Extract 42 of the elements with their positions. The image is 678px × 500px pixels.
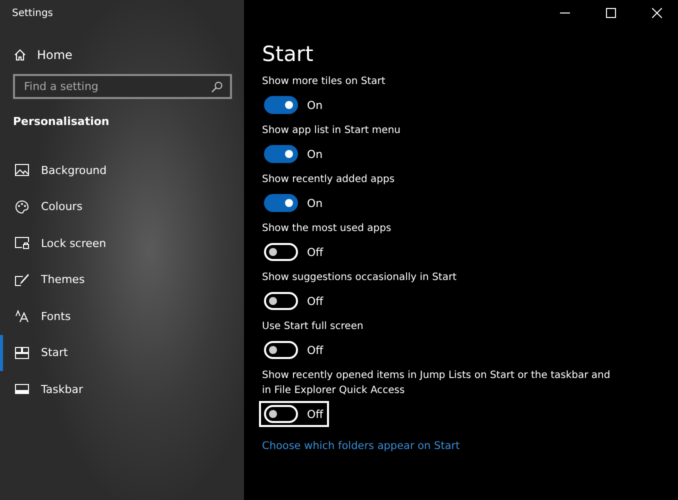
- page-title: Start: [262, 42, 314, 66]
- sidebar-item[interactable]: Background: [0, 152, 140, 188]
- picture-icon: [15, 164, 29, 176]
- folders-link[interactable]: Choose which folders appear on Start: [262, 440, 460, 452]
- window-title: Settings: [11, 7, 54, 21]
- toggle-state: Off: [307, 294, 324, 308]
- maximize-icon[interactable]: [606, 8, 616, 18]
- toggle-state: Off: [307, 246, 324, 258]
- section-heading: Personalisation: [13, 115, 110, 128]
- home-item[interactable]: Home: [13, 48, 72, 62]
- palette-icon: [15, 200, 29, 214]
- toggle-state: On: [307, 98, 323, 112]
- toggle-switch[interactable]: [264, 194, 298, 212]
- sidebar-item[interactable]: Lock screen: [0, 225, 140, 262]
- setting-label: Show recently added apps: [262, 173, 396, 187]
- sidebar-item[interactable]: Fonts: [0, 298, 140, 334]
- setting-label: Show the most used apps: [262, 222, 392, 236]
- search-box[interactable]: Find a setting: [13, 74, 232, 99]
- toggle-state: Off: [307, 408, 324, 420]
- taskbar-icon: [15, 384, 29, 394]
- lock-screen-icon: [15, 237, 29, 250]
- brush-icon: [15, 273, 29, 286]
- setting-label: Show suggestions occasionally in Start: [262, 271, 458, 285]
- sidebar-item[interactable]: Taskbar: [0, 371, 140, 408]
- sidebar-item[interactable]: Themes: [0, 262, 140, 298]
- sidebar-item[interactable]: Colours: [0, 188, 140, 225]
- toggle-state: On: [307, 148, 323, 160]
- home-icon: [13, 48, 27, 62]
- setting-label: Use Start full screen: [262, 320, 364, 334]
- sidebar-item[interactable]: Start: [0, 334, 140, 371]
- setting-label: Show recently opened items in Jump Lists on Start or the taskbar and in File Explorer Quick Access: [262, 369, 612, 398]
- search-field[interactable]: Find a setting: [22, 79, 211, 94]
- setting-label: Show more tiles on Start: [262, 75, 386, 89]
- toggle-state: On: [307, 196, 323, 210]
- font-icon: [15, 310, 29, 323]
- toggle-switch[interactable]: [264, 96, 298, 114]
- tiles-icon: [15, 346, 29, 359]
- toggle-state: Off: [307, 344, 324, 356]
- toggle-switch[interactable]: [264, 145, 298, 163]
- search-icon: [211, 80, 223, 92]
- close-icon[interactable]: [652, 8, 662, 18]
- setting-label: Show app list in Start menu: [262, 124, 402, 138]
